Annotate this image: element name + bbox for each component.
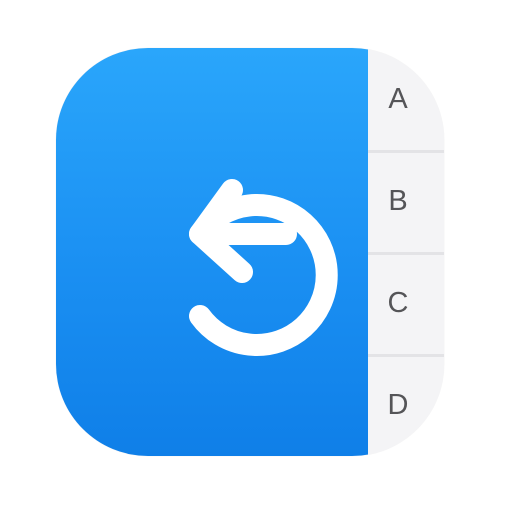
app-icon-canvas: A B C D xyxy=(0,0,512,512)
tab-c[interactable]: C xyxy=(368,252,444,354)
tab-label: B xyxy=(388,184,408,217)
tab-label: A xyxy=(388,82,408,115)
blue-cover-panel xyxy=(56,48,368,456)
app-icon[interactable]: A B C D xyxy=(56,48,444,456)
tab-label: D xyxy=(387,388,409,421)
tab-a[interactable]: A xyxy=(368,48,444,150)
tab-d[interactable]: D xyxy=(368,354,444,456)
undo-icon xyxy=(189,179,338,356)
tab-b[interactable]: B xyxy=(368,150,444,252)
tab-label: C xyxy=(387,286,409,319)
index-tabs: A B C D xyxy=(368,48,444,456)
